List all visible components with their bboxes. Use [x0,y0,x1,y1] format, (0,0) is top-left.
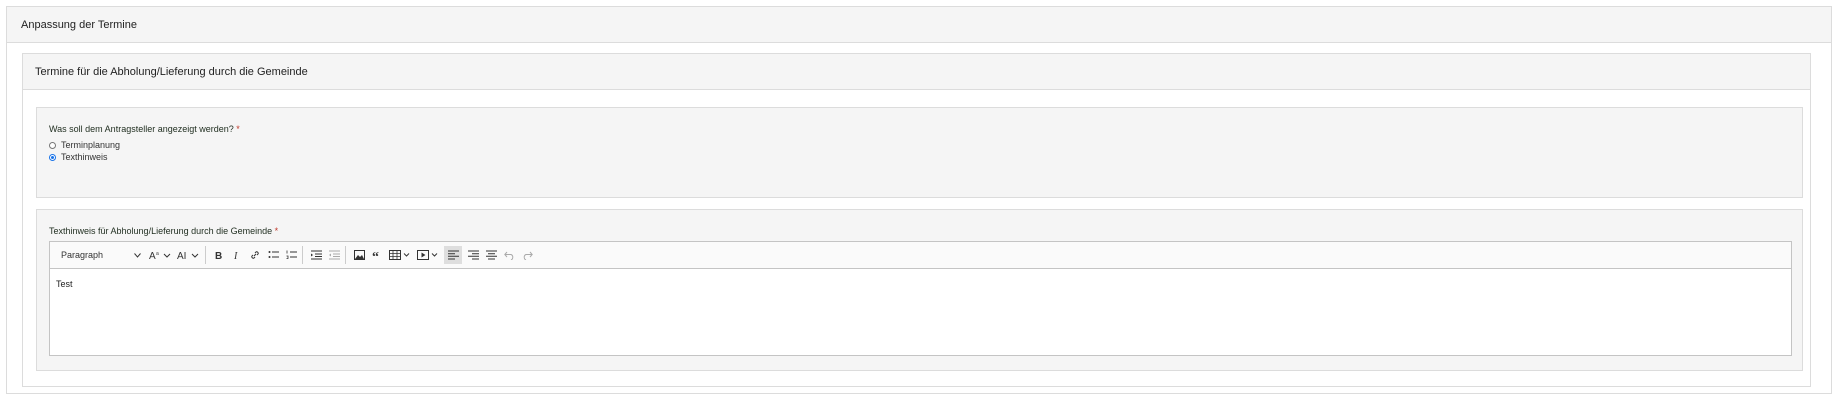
option-terminplanung[interactable]: Terminplanung [49,139,120,151]
align-center-button[interactable] [484,246,498,264]
bulleted-list-icon [268,251,279,258]
paragraph-label: Paragraph [61,250,104,260]
align-left-icon [447,250,459,260]
numbered-list-icon [286,250,297,259]
panel-title: Termine für die Abholung/Lieferung durch… [23,54,1810,90]
undo-icon [503,251,513,260]
display-option-group: Was soll dem Antragsteller angezeigt wer… [36,107,1803,198]
indent-icon [310,250,322,260]
table-icon [389,250,410,260]
option-label: Texthinweis [61,152,108,162]
font-size-dropdown[interactable]: A a [149,246,173,264]
option-label: Terminplanung [61,140,121,150]
svg-text:AI: AI [177,251,186,261]
bold-icon: B [215,251,222,261]
quote-icon: “ [372,250,379,260]
redo-icon [523,251,533,260]
svg-text:a: a [156,251,159,257]
outdent-button[interactable] [327,246,346,264]
font-family-dropdown[interactable]: AI [177,246,206,264]
insert-table-dropdown[interactable] [388,246,412,264]
option-texthinweis[interactable]: Texthinweis [49,151,108,163]
align-left-button[interactable] [444,246,462,264]
editor-label: Texthinweis für Abholung/Lieferung durch… [49,226,278,236]
editor-content[interactable]: Test [50,269,1791,299]
align-right-button[interactable] [466,246,480,264]
bold-button[interactable]: B [212,246,226,264]
question-text: Was soll dem Antragsteller angezeigt wer… [49,124,234,134]
align-right-icon [467,250,479,260]
radio-texthinweis[interactable] [49,153,56,161]
bulleted-list-button[interactable] [266,246,280,264]
insert-image-button[interactable] [352,246,366,264]
italic-button[interactable]: I [230,246,244,264]
section-title: Anpassung der Termine [7,7,1831,43]
text-hint-group: Texthinweis für Abholung/Lieferung durch… [36,209,1803,371]
outdent-icon [328,250,340,260]
paragraph-dropdown[interactable]: Paragraph [57,246,145,264]
svg-text:A: A [149,251,156,261]
radio-terminplanung[interactable] [49,141,56,149]
appointment-adjustment-section: Anpassung der Termine Termine für die Ab… [6,6,1832,394]
editor-toolbar: Paragraph A a AI B I “ [50,242,1791,269]
numbered-list-button[interactable] [284,246,303,264]
pickup-delivery-panel: Termine für die Abholung/Lieferung durch… [22,53,1811,387]
question-label: Was soll dem Antragsteller angezeigt wer… [49,124,240,134]
link-icon [251,251,259,259]
font-family-icon: AI [177,251,199,261]
indent-button[interactable] [309,246,323,264]
required-mark: * [236,124,240,134]
svg-text:B: B [215,251,222,261]
required-mark: * [274,226,279,236]
image-icon [353,250,365,260]
insert-media-dropdown[interactable] [416,246,440,264]
italic-icon: I [233,251,238,261]
rich-text-editor: Paragraph A a AI B I “ Test [49,241,1792,356]
svg-text:I: I [233,251,238,261]
editor-label-text: Texthinweis für Abholung/Lieferung durch… [49,226,273,236]
block-quote-button[interactable]: “ [370,246,384,264]
font-size-icon: A a [149,251,171,261]
redo-button[interactable] [520,246,534,264]
media-icon [417,250,438,260]
link-button[interactable] [248,246,262,264]
undo-button[interactable] [502,246,516,264]
align-center-icon [485,250,497,260]
svg-text:“: “ [372,250,379,260]
chevron-down-icon [134,252,141,258]
